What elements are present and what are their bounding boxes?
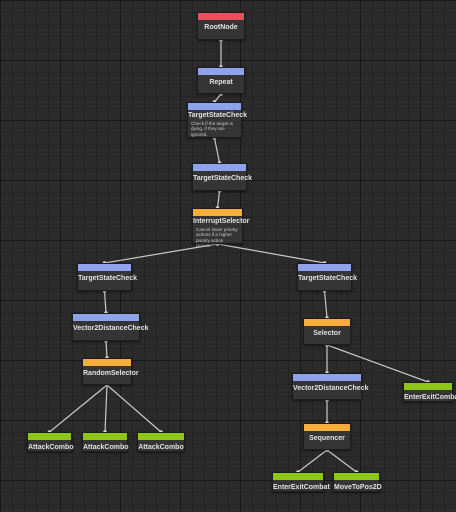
node-header-bar bbox=[273, 473, 323, 480]
node-description: Cancel lower priority actions if a highe… bbox=[196, 227, 238, 249]
node-interrupt[interactable]: InterruptSelector Cancel lower priority a… bbox=[192, 208, 250, 248]
node-title: AttackCombo bbox=[28, 444, 74, 451]
node-repeat[interactable]: Repeat bbox=[197, 67, 245, 94]
node-title: TargetStateCheck bbox=[78, 275, 138, 282]
node-root[interactable]: RootNode bbox=[197, 12, 245, 40]
node-description: Check if the target is dying, if they ar… bbox=[191, 121, 233, 137]
node-title: RootNode bbox=[204, 24, 238, 31]
edge-rand-ac1 bbox=[49, 384, 108, 433]
edge-seq-move bbox=[326, 449, 357, 473]
node-eec2[interactable]: EnterExitCombat bbox=[272, 472, 330, 492]
node-header-bar bbox=[188, 103, 241, 110]
node-tsc3[interactable]: TargetStateCheck bbox=[77, 263, 138, 291]
node-title: Vector2DistanceCheck bbox=[73, 325, 149, 332]
node-title: Sequencer bbox=[309, 435, 345, 442]
node-title: Repeat bbox=[209, 79, 233, 86]
node-header-bar bbox=[138, 433, 184, 440]
node-header-bar bbox=[83, 359, 131, 366]
node-ac1[interactable]: AttackCombo bbox=[27, 432, 74, 452]
edge-rand-ac3 bbox=[106, 384, 162, 433]
node-header-bar bbox=[298, 264, 351, 271]
edge-tsc2-interrupt bbox=[216, 190, 221, 209]
node-header-bar bbox=[304, 319, 350, 326]
node-header-bar bbox=[198, 13, 244, 20]
node-header-bar bbox=[198, 68, 244, 75]
edge-tsc4-selector bbox=[323, 290, 328, 319]
behavior-tree-canvas[interactable]: RootNode Repeat TargetStateCheck Check if t… bbox=[0, 0, 456, 512]
node-tsc4[interactable]: TargetStateCheck bbox=[297, 263, 358, 291]
edge-tsc1-tsc2 bbox=[213, 137, 221, 164]
node-header-bar bbox=[73, 314, 139, 321]
node-title: EnterExitCombat bbox=[404, 394, 456, 401]
node-header-bar bbox=[334, 473, 379, 480]
node-v2dc2[interactable]: Vector2DistanceCheck bbox=[292, 373, 369, 400]
node-header-bar bbox=[293, 374, 361, 381]
node-header-bar bbox=[404, 383, 452, 390]
node-title: Vector2DistanceCheck bbox=[293, 385, 369, 392]
node-header-bar bbox=[193, 209, 242, 216]
edge-seq-eec2 bbox=[297, 449, 328, 473]
node-v2dc1[interactable]: Vector2DistanceCheck bbox=[72, 313, 149, 341]
node-ac3[interactable]: AttackCombo bbox=[137, 432, 185, 452]
node-seq[interactable]: Sequencer bbox=[303, 423, 351, 450]
node-title: TargetStateCheck bbox=[193, 175, 253, 182]
node-title: TargetStateCheck bbox=[188, 112, 248, 119]
node-title: MoveToPos2D bbox=[334, 484, 382, 491]
node-tsc2[interactable]: TargetStateCheck bbox=[192, 163, 253, 191]
node-header-bar bbox=[83, 433, 127, 440]
edge-rand-ac2 bbox=[104, 384, 108, 433]
node-header-bar bbox=[304, 424, 350, 431]
edge-tsc3-v2dc1 bbox=[103, 290, 107, 314]
node-header-bar bbox=[28, 433, 71, 440]
node-header-bar bbox=[78, 264, 131, 271]
node-selector[interactable]: Selector bbox=[303, 318, 351, 345]
node-title: EnterExitCombat bbox=[273, 484, 330, 491]
node-move[interactable]: MoveToPos2D bbox=[333, 472, 382, 492]
node-ac2[interactable]: AttackCombo bbox=[82, 432, 129, 452]
node-tsc1[interactable]: TargetStateCheck Check if the target is d… bbox=[187, 102, 248, 138]
node-title: AttackCombo bbox=[83, 444, 129, 451]
node-title: InterruptSelector bbox=[193, 218, 250, 225]
node-header-bar bbox=[193, 164, 246, 171]
node-title: AttackCombo bbox=[138, 444, 184, 451]
node-rand[interactable]: RandomSelector bbox=[82, 358, 139, 385]
node-title: Selector bbox=[313, 330, 341, 337]
node-title: TargetStateCheck bbox=[298, 275, 358, 282]
edge-v2dc1-rand bbox=[105, 340, 108, 359]
node-title: RandomSelector bbox=[83, 370, 139, 377]
node-eec1[interactable]: EnterExitCombat bbox=[403, 382, 456, 402]
